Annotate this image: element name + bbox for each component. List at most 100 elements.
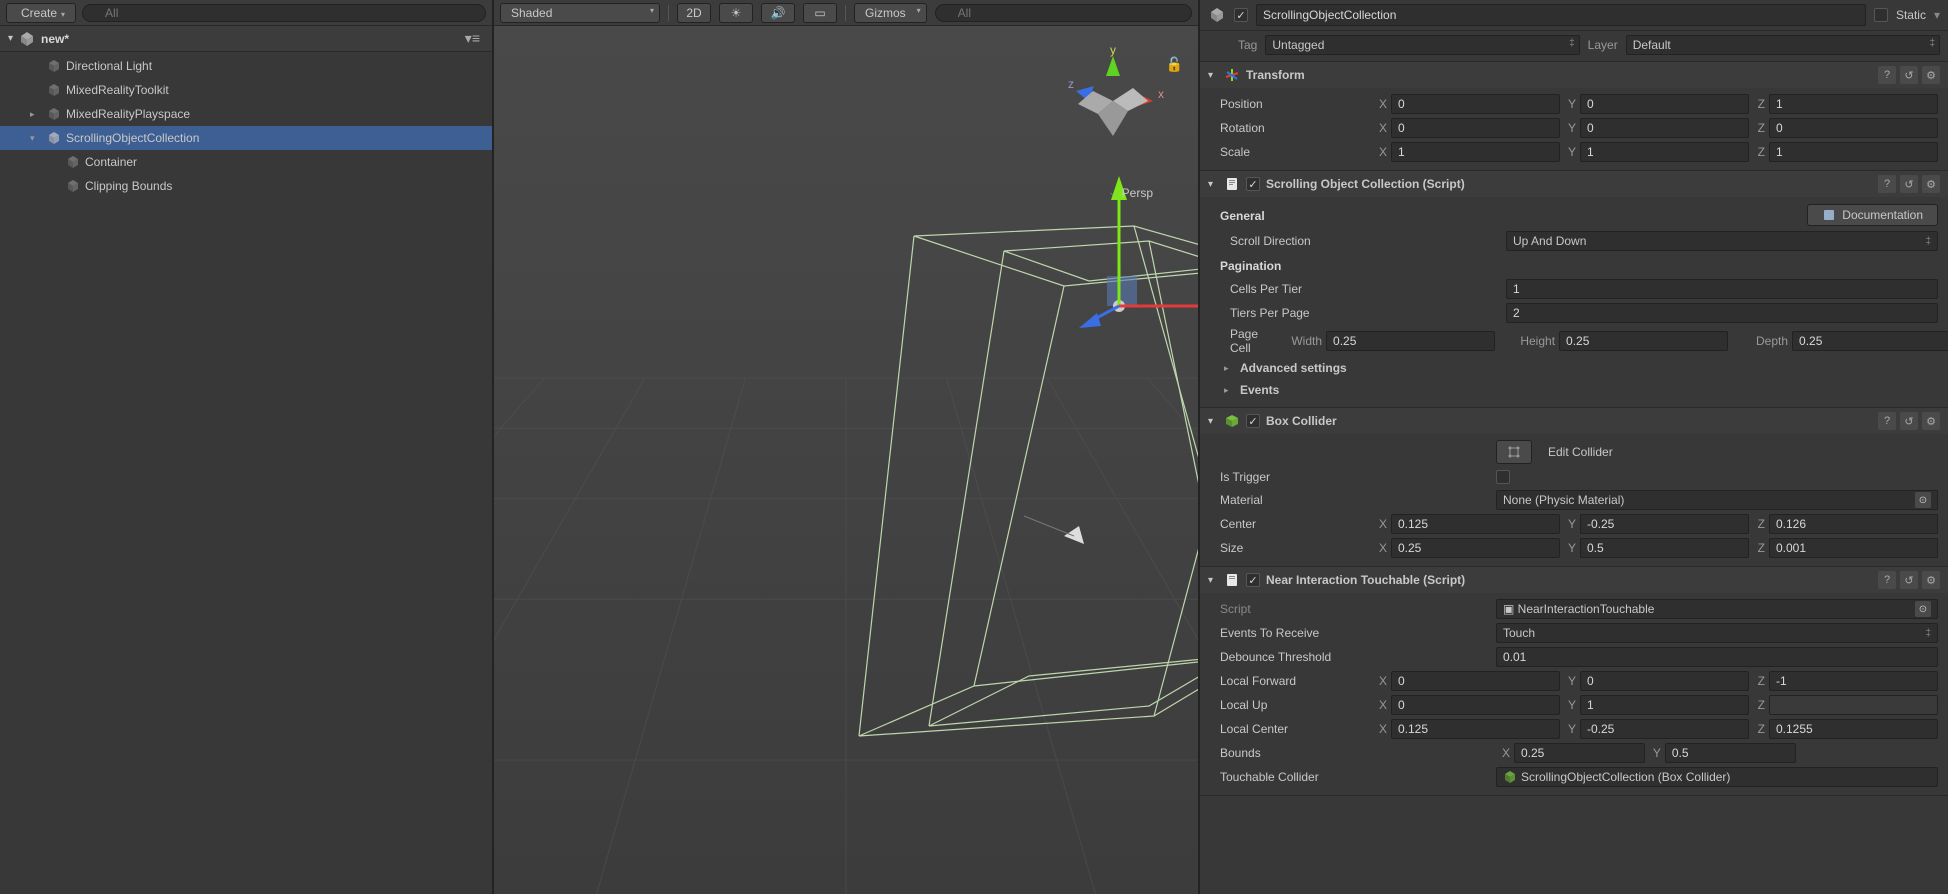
gameobject-icon — [46, 130, 62, 146]
component-header[interactable]: ▾ Scrolling Object Collection (Script) ?… — [1200, 171, 1948, 197]
local-center-z-input[interactable] — [1769, 719, 1938, 739]
position-y-input[interactable] — [1580, 94, 1749, 114]
help-icon[interactable]: ? — [1878, 66, 1896, 84]
shading-mode-dropdown[interactable]: Shaded — [500, 3, 660, 23]
touchable-collider-field[interactable]: ScrollingObjectCollection (Box Collider) — [1496, 767, 1938, 787]
tree-item[interactable]: ▸ MixedRealityPlayspace — [0, 102, 492, 126]
component-header[interactable]: ▾ Near Interaction Touchable (Script) ? … — [1200, 567, 1948, 593]
scene-header[interactable]: ▾ new* ▾≡ — [0, 26, 492, 52]
size-x-input[interactable] — [1391, 538, 1560, 558]
rotation-label: Rotation — [1220, 121, 1367, 135]
tree-item[interactable]: Clipping Bounds — [0, 174, 492, 198]
transform-icon — [1224, 67, 1240, 83]
orientation-gizmo[interactable]: y x z — [1058, 46, 1168, 186]
center-z-input[interactable] — [1769, 514, 1938, 534]
help-icon[interactable]: ? — [1878, 571, 1896, 589]
toggle-2d-button[interactable]: 2D — [677, 3, 711, 23]
center-y-input[interactable] — [1580, 514, 1749, 534]
fx-toggle-icon[interactable]: ▭ — [803, 3, 837, 23]
material-field[interactable]: None (Physic Material) ⊙ — [1496, 490, 1938, 510]
edit-collider-button[interactable] — [1496, 440, 1532, 464]
local-up-z-input[interactable] — [1769, 695, 1938, 715]
documentation-button[interactable]: Documentation — [1807, 204, 1938, 226]
audio-toggle-icon[interactable]: 🔊 — [761, 3, 795, 23]
rotation-z-input[interactable] — [1769, 118, 1938, 138]
local-up-y-input[interactable] — [1580, 695, 1749, 715]
scene-search-input[interactable] — [935, 4, 1192, 22]
component-enabled-checkbox[interactable] — [1246, 177, 1260, 191]
layer-dropdown[interactable]: Default — [1626, 35, 1940, 55]
hierarchy-search-input[interactable] — [82, 4, 486, 22]
static-label: Static — [1896, 8, 1926, 22]
object-picker-icon[interactable]: ⊙ — [1915, 601, 1931, 617]
local-forward-x-input[interactable] — [1391, 671, 1560, 691]
scale-x-input[interactable] — [1391, 142, 1560, 162]
static-dropdown-icon[interactable]: ▾ — [1934, 8, 1940, 22]
page-cell-depth-input[interactable] — [1792, 331, 1948, 351]
local-forward-z-input[interactable] — [1769, 671, 1938, 691]
gear-icon[interactable]: ⚙ — [1922, 412, 1940, 430]
move-gizmo[interactable] — [989, 176, 1198, 436]
gameobject-icon — [46, 106, 62, 122]
scene-view[interactable]: Shaded 2D ☀ 🔊 ▭ Gizmos — [494, 0, 1198, 894]
gameobject-name-input[interactable] — [1256, 4, 1866, 26]
scale-z-input[interactable] — [1769, 142, 1938, 162]
object-picker-icon[interactable]: ⊙ — [1915, 492, 1931, 508]
help-icon[interactable]: ? — [1878, 175, 1896, 193]
page-cell-width-input[interactable] — [1326, 331, 1495, 351]
lighting-toggle-icon[interactable]: ☀ — [719, 3, 753, 23]
scene-canvas[interactable]: y x z 🔓 ⌵ Persp — [494, 26, 1198, 894]
gizmos-dropdown[interactable]: Gizmos — [854, 3, 927, 23]
bounds-y-input[interactable] — [1665, 743, 1796, 763]
cells-per-tier-input[interactable] — [1506, 279, 1938, 299]
debounce-input[interactable] — [1496, 647, 1938, 667]
tree-item[interactable]: Container — [0, 150, 492, 174]
local-forward-y-input[interactable] — [1580, 671, 1749, 691]
scale-y-input[interactable] — [1580, 142, 1749, 162]
advanced-settings-foldout[interactable]: ▸ Advanced settings — [1200, 357, 1948, 379]
page-cell-height-input[interactable] — [1559, 331, 1728, 351]
component-enabled-checkbox[interactable] — [1246, 414, 1260, 428]
help-icon[interactable]: ? — [1878, 412, 1896, 430]
size-y-input[interactable] — [1580, 538, 1749, 558]
gear-icon[interactable]: ⚙ — [1922, 66, 1940, 84]
tree-item[interactable]: MixedRealityToolkit — [0, 78, 492, 102]
component-header[interactable]: ▾ Transform ? ↺ ⚙ — [1200, 62, 1948, 88]
tree-item-selected[interactable]: ▾ ScrollingObjectCollection — [0, 126, 492, 150]
events-to-receive-dropdown[interactable]: Touch — [1496, 623, 1938, 643]
rotation-x-input[interactable] — [1391, 118, 1560, 138]
inspector-header: Static ▾ — [1200, 0, 1948, 31]
create-button[interactable]: Create — [6, 3, 76, 23]
local-center-x-input[interactable] — [1391, 719, 1560, 739]
rotation-y-input[interactable] — [1580, 118, 1749, 138]
component-header[interactable]: ▾ Box Collider ? ↺ ⚙ — [1200, 408, 1948, 434]
static-checkbox[interactable] — [1874, 8, 1888, 22]
size-z-input[interactable] — [1769, 538, 1938, 558]
tree-item[interactable]: Directional Light — [0, 54, 492, 78]
gameobject-active-checkbox[interactable] — [1234, 8, 1248, 22]
center-x-input[interactable] — [1391, 514, 1560, 534]
gear-icon[interactable]: ⚙ — [1922, 571, 1940, 589]
projection-label[interactable]: ⌵ Persp — [1110, 186, 1153, 201]
reset-icon[interactable]: ↺ — [1900, 66, 1918, 84]
scroll-direction-dropdown[interactable]: Up And Down — [1506, 231, 1938, 251]
position-z-input[interactable] — [1769, 94, 1938, 114]
local-center-y-input[interactable] — [1580, 719, 1749, 739]
component-enabled-checkbox[interactable] — [1246, 573, 1260, 587]
expand-icon[interactable]: ▸ — [30, 109, 42, 120]
reset-icon[interactable]: ↺ — [1900, 412, 1918, 430]
tag-dropdown[interactable]: Untagged — [1265, 35, 1579, 55]
near-interaction-touchable-component: ▾ Near Interaction Touchable (Script) ? … — [1200, 567, 1948, 796]
gear-icon[interactable]: ⚙ — [1922, 175, 1940, 193]
local-up-x-input[interactable] — [1391, 695, 1560, 715]
reset-icon[interactable]: ↺ — [1900, 571, 1918, 589]
events-foldout[interactable]: ▸ Events — [1200, 379, 1948, 401]
position-x-input[interactable] — [1391, 94, 1560, 114]
reset-icon[interactable]: ↺ — [1900, 175, 1918, 193]
collapse-icon[interactable]: ▾ — [30, 133, 42, 144]
tiers-per-page-input[interactable] — [1506, 303, 1938, 323]
gizmo-lock-icon[interactable]: 🔓 — [1166, 56, 1183, 73]
scene-menu-button[interactable]: ▾≡ — [461, 30, 484, 47]
is-trigger-checkbox[interactable] — [1496, 470, 1510, 484]
bounds-x-input[interactable] — [1514, 743, 1645, 763]
